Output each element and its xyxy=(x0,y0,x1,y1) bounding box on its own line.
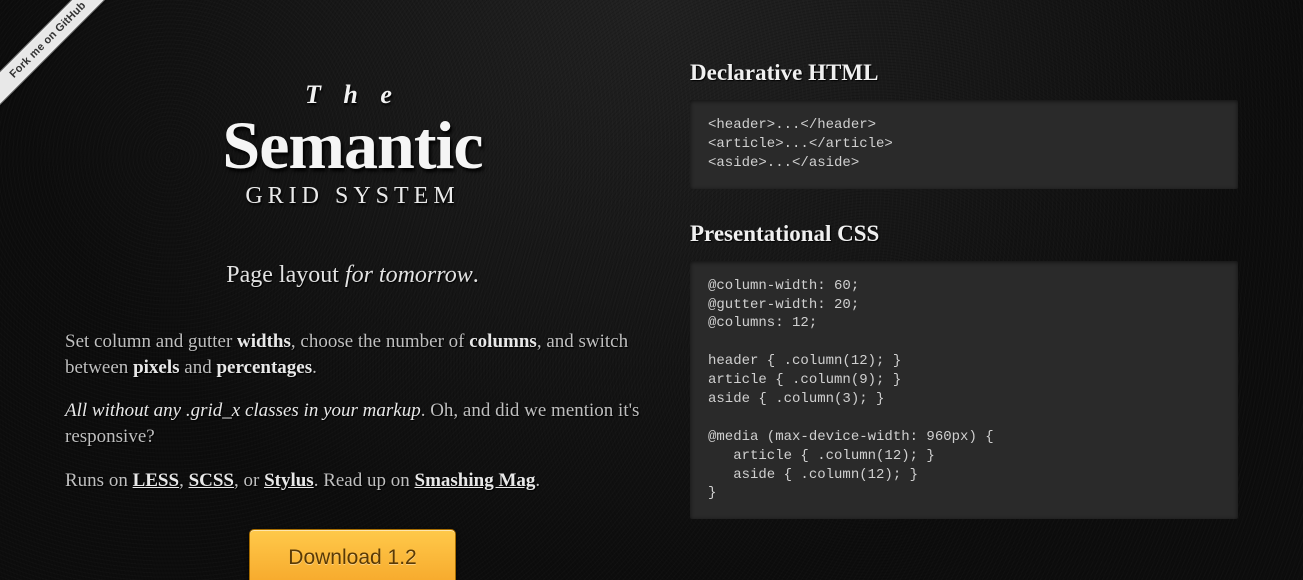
tagline-suffix: . xyxy=(473,262,479,288)
right-column: Declarative HTML <header>...</header> <a… xyxy=(690,60,1238,580)
hero-semantic: Semantic xyxy=(65,106,640,185)
hero-title: T h e Semantic GRID SYSTEM xyxy=(65,80,640,210)
text: , or xyxy=(234,470,264,491)
strong-percentages: percentages xyxy=(216,357,312,378)
text: . xyxy=(535,470,540,491)
copy-p1: Set column and gutter widths, choose the… xyxy=(65,329,640,380)
hero-grid-system: GRID SYSTEM xyxy=(65,183,640,210)
copy: Set column and gutter widths, choose the… xyxy=(65,329,640,493)
strong-widths: widths xyxy=(237,331,291,352)
download-wrap: Download 1.2 xyxy=(65,529,640,580)
text: , xyxy=(179,470,189,491)
text: , choose the number of xyxy=(291,331,469,352)
text: . xyxy=(312,357,317,378)
text: Runs on xyxy=(65,470,133,491)
strong-columns: columns xyxy=(469,331,537,352)
tagline-em: for tomorrow xyxy=(345,262,473,288)
tagline: Page layout for tomorrow. xyxy=(65,262,640,289)
code-css: @column-width: 60; @gutter-width: 20; @c… xyxy=(690,261,1238,520)
link-smashing[interactable]: Smashing Mag xyxy=(415,470,536,491)
text: Set column and gutter xyxy=(65,331,237,352)
link-less[interactable]: LESS xyxy=(133,470,179,491)
tagline-prefix: Page layout xyxy=(226,262,345,288)
link-stylus[interactable]: Stylus xyxy=(264,470,314,491)
code-html: <header>...</header> <article>...</artic… xyxy=(690,100,1238,189)
text: and xyxy=(180,357,217,378)
section-title-html: Declarative HTML xyxy=(690,60,1238,86)
link-scss[interactable]: SCSS xyxy=(189,470,234,491)
page-container: T h e Semantic GRID SYSTEM Page layout f… xyxy=(0,0,1303,580)
text: . Read up on xyxy=(314,470,415,491)
copy-p2: All without any .grid_x classes in your … xyxy=(65,398,640,449)
left-column: T h e Semantic GRID SYSTEM Page layout f… xyxy=(65,60,640,580)
em-gridx: All without any .grid_x classes in your … xyxy=(65,400,421,421)
download-button[interactable]: Download 1.2 xyxy=(249,529,455,580)
section-title-css: Presentational CSS xyxy=(690,221,1238,247)
copy-p3: Runs on LESS, SCSS, or Stylus. Read up o… xyxy=(65,468,640,494)
strong-pixels: pixels xyxy=(133,357,179,378)
